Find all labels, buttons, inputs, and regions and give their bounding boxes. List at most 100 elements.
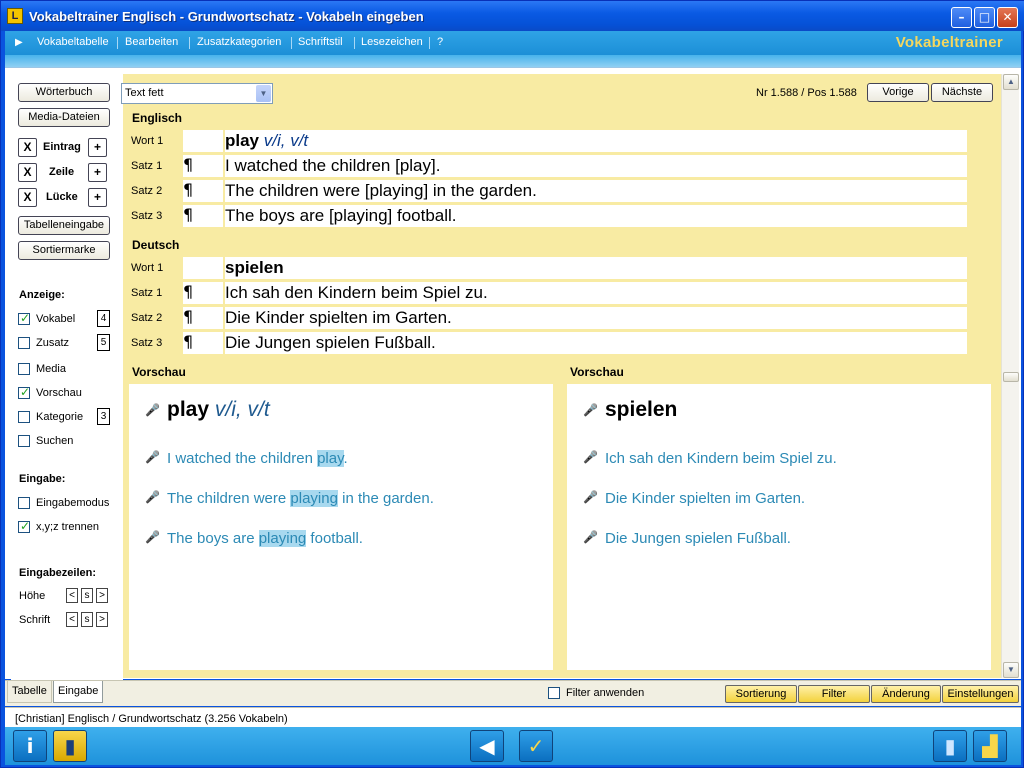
scroll-down-icon[interactable]: ▼ [1003,662,1019,678]
microphone-speaker-icon[interactable]: 🎤 [583,530,605,544]
deutsch-satz-row: Satz 2 ¶ Die Kinder spielten im Garten. [131,306,967,330]
pilcrow-icon[interactable]: ¶ [183,180,223,202]
eintrag-add-button[interactable]: + [88,138,107,157]
status-bar: [Christian] Englisch / Grundwortschatz (… [5,707,1021,729]
maximize-button[interactable]: □ [974,7,995,28]
info-icon[interactable]: i [13,730,47,762]
text-style-select[interactable]: Text fett ▼ [121,83,273,104]
luecke-add-button[interactable]: + [88,188,107,207]
englisch-satz-field[interactable]: The children were [playing] in the garde… [225,180,967,202]
filter-button[interactable]: Filter [798,685,870,703]
book-icon[interactable]: ▮ [53,730,87,762]
zusatz-checkbox[interactable] [18,337,30,349]
eintrag-label: Eintrag [43,141,81,153]
menu-schriftstil[interactable]: Schriftstil [298,36,343,48]
schrift-increase-button[interactable]: > [96,612,108,627]
wort-text: play [225,131,260,150]
pilcrow-icon[interactable]: ¶ [183,307,223,329]
preview-en-word-type: v/i, v/t [214,398,270,421]
wort-marker-cell[interactable] [183,257,223,279]
wort-marker-cell[interactable] [183,130,223,152]
menu-separator [354,37,355,49]
navigation-bar: i ▮ ◀ ✓ ▮ ▟ [5,727,1021,765]
hoehe-standard-button[interactable]: s [81,588,93,603]
woerterbuch-button[interactable]: Wörterbuch [18,83,110,102]
highlighted-word: playing [258,530,307,547]
sortiermarke-button[interactable]: Sortiermarke [18,241,110,260]
pilcrow-icon[interactable]: ¶ [183,205,223,227]
zusatz-count[interactable]: 5 [97,334,110,351]
minimize-button[interactable]: – [951,7,972,28]
menu-vokabeltabelle[interactable]: Vokabeltabelle [37,36,109,48]
exit-book-icon[interactable]: ▮ [933,730,967,762]
wort-text: spielen [225,258,284,277]
filter-anwenden-checkbox[interactable] [548,687,560,699]
microphone-speaker-icon[interactable]: 🎤 [583,490,605,504]
hoehe-label: Höhe [19,590,46,602]
microphone-speaker-icon[interactable]: 🎤 [145,403,167,417]
deutsch-satz-field[interactable]: Ich sah den Kindern beim Spiel zu. [225,282,967,304]
microphone-speaker-icon[interactable]: 🎤 [145,490,167,504]
aenderung-button[interactable]: Änderung [871,685,941,703]
media-checkbox[interactable] [18,363,30,375]
sortierung-button[interactable]: Sortierung [725,685,797,703]
menu-zusatzkategorien[interactable]: Zusatzkategorien [197,36,281,48]
back-arrow-icon[interactable]: ◀ [470,730,504,762]
zeile-add-button[interactable]: + [88,163,107,182]
preview-text: . [343,450,348,467]
preview-en-word-text: play [167,398,210,421]
close-button[interactable]: ✕ [997,7,1018,28]
deutsch-wort-field[interactable]: spielen [225,257,967,279]
eintrag-delete-button[interactable]: X [18,138,37,157]
menu-bearbeiten[interactable]: Bearbeiten [125,36,178,48]
einstellungen-button[interactable]: Einstellungen [942,685,1019,703]
tab-eingabe[interactable]: Eingabe [53,681,104,703]
preview-text: in the garden. [337,490,434,507]
kategorie-count[interactable]: 3 [97,408,110,425]
check-icon[interactable]: ✓ [519,730,553,762]
naechste-button[interactable]: Nächste [931,83,993,102]
trennen-checkbox[interactable] [18,519,30,533]
scroll-up-icon[interactable]: ▲ [1003,74,1019,90]
vokabel-count[interactable]: 4 [97,310,110,327]
scroll-thumb[interactable] [1003,372,1019,382]
title-bar[interactable]: L Vokabeltrainer Englisch - Grundwortsch… [1,1,1024,31]
eingabemodus-checkbox[interactable] [18,497,30,509]
vorschau-en-header: Vorschau [132,365,186,379]
pilcrow-icon[interactable]: ¶ [183,332,223,354]
vorschau-checkbox[interactable] [18,385,30,399]
vorige-button[interactable]: Vorige [867,83,929,102]
suchen-checkbox[interactable] [18,435,30,447]
kategorie-checkbox[interactable] [18,411,30,423]
tabelleneingabe-button[interactable]: Tabelleneingabe [18,216,110,235]
vertical-scrollbar[interactable]: ▲ ▼ [1001,74,1019,678]
schrift-decrease-button[interactable]: < [66,612,78,627]
hoehe-increase-button[interactable]: > [96,588,108,603]
zusatz-label: Zusatz [36,337,70,349]
chevron-down-icon[interactable]: ▼ [256,85,271,102]
pilcrow-icon[interactable]: ¶ [183,155,223,177]
highlighted-word: play [317,450,344,467]
hoehe-decrease-button[interactable]: < [66,588,78,603]
deutsch-satz-field[interactable]: Die Jungen spielen Fußball. [225,332,967,354]
schrift-standard-button[interactable]: s [81,612,93,627]
englisch-satz-field[interactable]: I watched the children [play]. [225,155,967,177]
menu-lesezeichen[interactable]: Lesezeichen [361,36,423,48]
deutsch-satz-field[interactable]: Die Kinder spielten im Garten. [225,307,967,329]
microphone-speaker-icon[interactable]: 🎤 [145,450,167,464]
preview-de-line: 🎤 Die Jungen spielen Fußball. [583,530,791,547]
microphone-speaker-icon[interactable]: 🎤 [583,403,605,417]
tab-tabelle[interactable]: Tabelle [7,681,52,703]
pilcrow-icon[interactable]: ¶ [183,282,223,304]
zeile-delete-button[interactable]: X [18,163,37,182]
englisch-wort-field[interactable]: play v/i, v/t [225,130,967,152]
stats-icon[interactable]: ▟ [973,730,1007,762]
vokabel-checkbox[interactable] [18,311,30,325]
media-dateien-button[interactable]: Media-Dateien [18,108,110,127]
preview-en-word: 🎤 play v/i, v/t [145,398,270,422]
menu-help[interactable]: ? [437,36,443,48]
microphone-speaker-icon[interactable]: 🎤 [145,530,167,544]
luecke-delete-button[interactable]: X [18,188,37,207]
microphone-speaker-icon[interactable]: 🎤 [583,450,605,464]
englisch-satz-field[interactable]: The boys are [playing] football. [225,205,967,227]
